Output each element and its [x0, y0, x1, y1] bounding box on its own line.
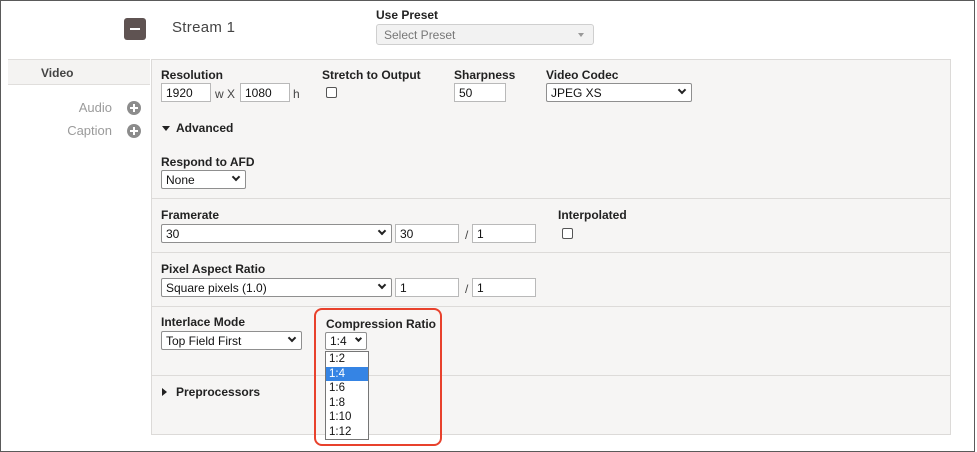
tab-audio[interactable]: Audio [60, 100, 112, 115]
resolution-width-input[interactable]: 1920 [161, 83, 211, 102]
par-select[interactable]: Square pixels (1.0) [161, 278, 392, 297]
par-value: Square pixels (1.0) [166, 281, 267, 295]
stream-title: Stream 1 [172, 19, 236, 36]
annotation-highlight-box [314, 308, 442, 446]
codec-label: Video Codec [546, 68, 619, 82]
tab-video[interactable]: Video [8, 59, 150, 85]
interpolated-checkbox[interactable] [562, 228, 573, 239]
advanced-toggle[interactable]: Advanced [176, 121, 233, 135]
framerate-select[interactable]: 30 [161, 224, 392, 243]
section-divider [152, 252, 950, 253]
par-denominator-input[interactable]: 1 [472, 278, 536, 297]
par-separator: / [465, 282, 469, 296]
framerate-denominator-input[interactable]: 1 [472, 224, 536, 243]
afd-label: Respond to AFD [161, 155, 255, 169]
preprocessors-toggle[interactable]: Preprocessors [176, 385, 260, 399]
section-divider [152, 375, 950, 376]
stretch-checkbox[interactable] [326, 87, 337, 98]
codec-select[interactable]: JPEG XS [546, 83, 692, 102]
chevron-down-icon [578, 33, 584, 37]
framerate-label: Framerate [161, 208, 220, 222]
chevron-down-icon [287, 333, 297, 343]
preset-placeholder: Select Preset [384, 28, 456, 42]
resolution-unit: h [293, 87, 300, 101]
framerate-separator: / [465, 228, 469, 242]
par-numerator-input[interactable]: 1 [395, 278, 459, 297]
afd-select[interactable]: None [161, 170, 246, 189]
chevron-down-icon [231, 172, 241, 182]
chevron-down-icon [377, 280, 387, 290]
resolution-height-input[interactable]: 1080 [240, 83, 290, 102]
interlace-label: Interlace Mode [161, 315, 246, 329]
framerate-numerator-input[interactable]: 30 [395, 224, 459, 243]
add-caption-icon[interactable] [127, 124, 141, 138]
interlace-select[interactable]: Top Field First [161, 331, 302, 350]
use-preset-label: Use Preset [376, 8, 439, 22]
interpolated-label: Interpolated [558, 208, 627, 222]
tab-caption[interactable]: Caption [50, 123, 112, 138]
par-label: Pixel Aspect Ratio [161, 262, 266, 276]
add-audio-icon[interactable] [127, 101, 141, 115]
afd-value: None [166, 173, 195, 187]
resolution-label: Resolution [161, 68, 223, 82]
interlace-value: Top Field First [166, 334, 242, 348]
collapse-triangle-icon[interactable] [162, 388, 167, 396]
chevron-down-icon [677, 85, 687, 95]
codec-value: JPEG XS [551, 86, 602, 100]
stretch-label: Stretch to Output [322, 68, 421, 82]
framerate-value: 30 [166, 227, 180, 241]
section-divider [152, 198, 950, 199]
resolution-separator: w X [215, 87, 236, 101]
video-settings-panel [151, 59, 951, 435]
remove-stream-button[interactable] [124, 18, 146, 40]
sharpness-input[interactable]: 50 [454, 83, 506, 102]
sharpness-label: Sharpness [454, 68, 516, 82]
expand-triangle-icon[interactable] [162, 126, 170, 131]
chevron-down-icon [377, 226, 387, 236]
section-divider [152, 306, 950, 307]
preset-select[interactable]: Select Preset [376, 24, 594, 45]
